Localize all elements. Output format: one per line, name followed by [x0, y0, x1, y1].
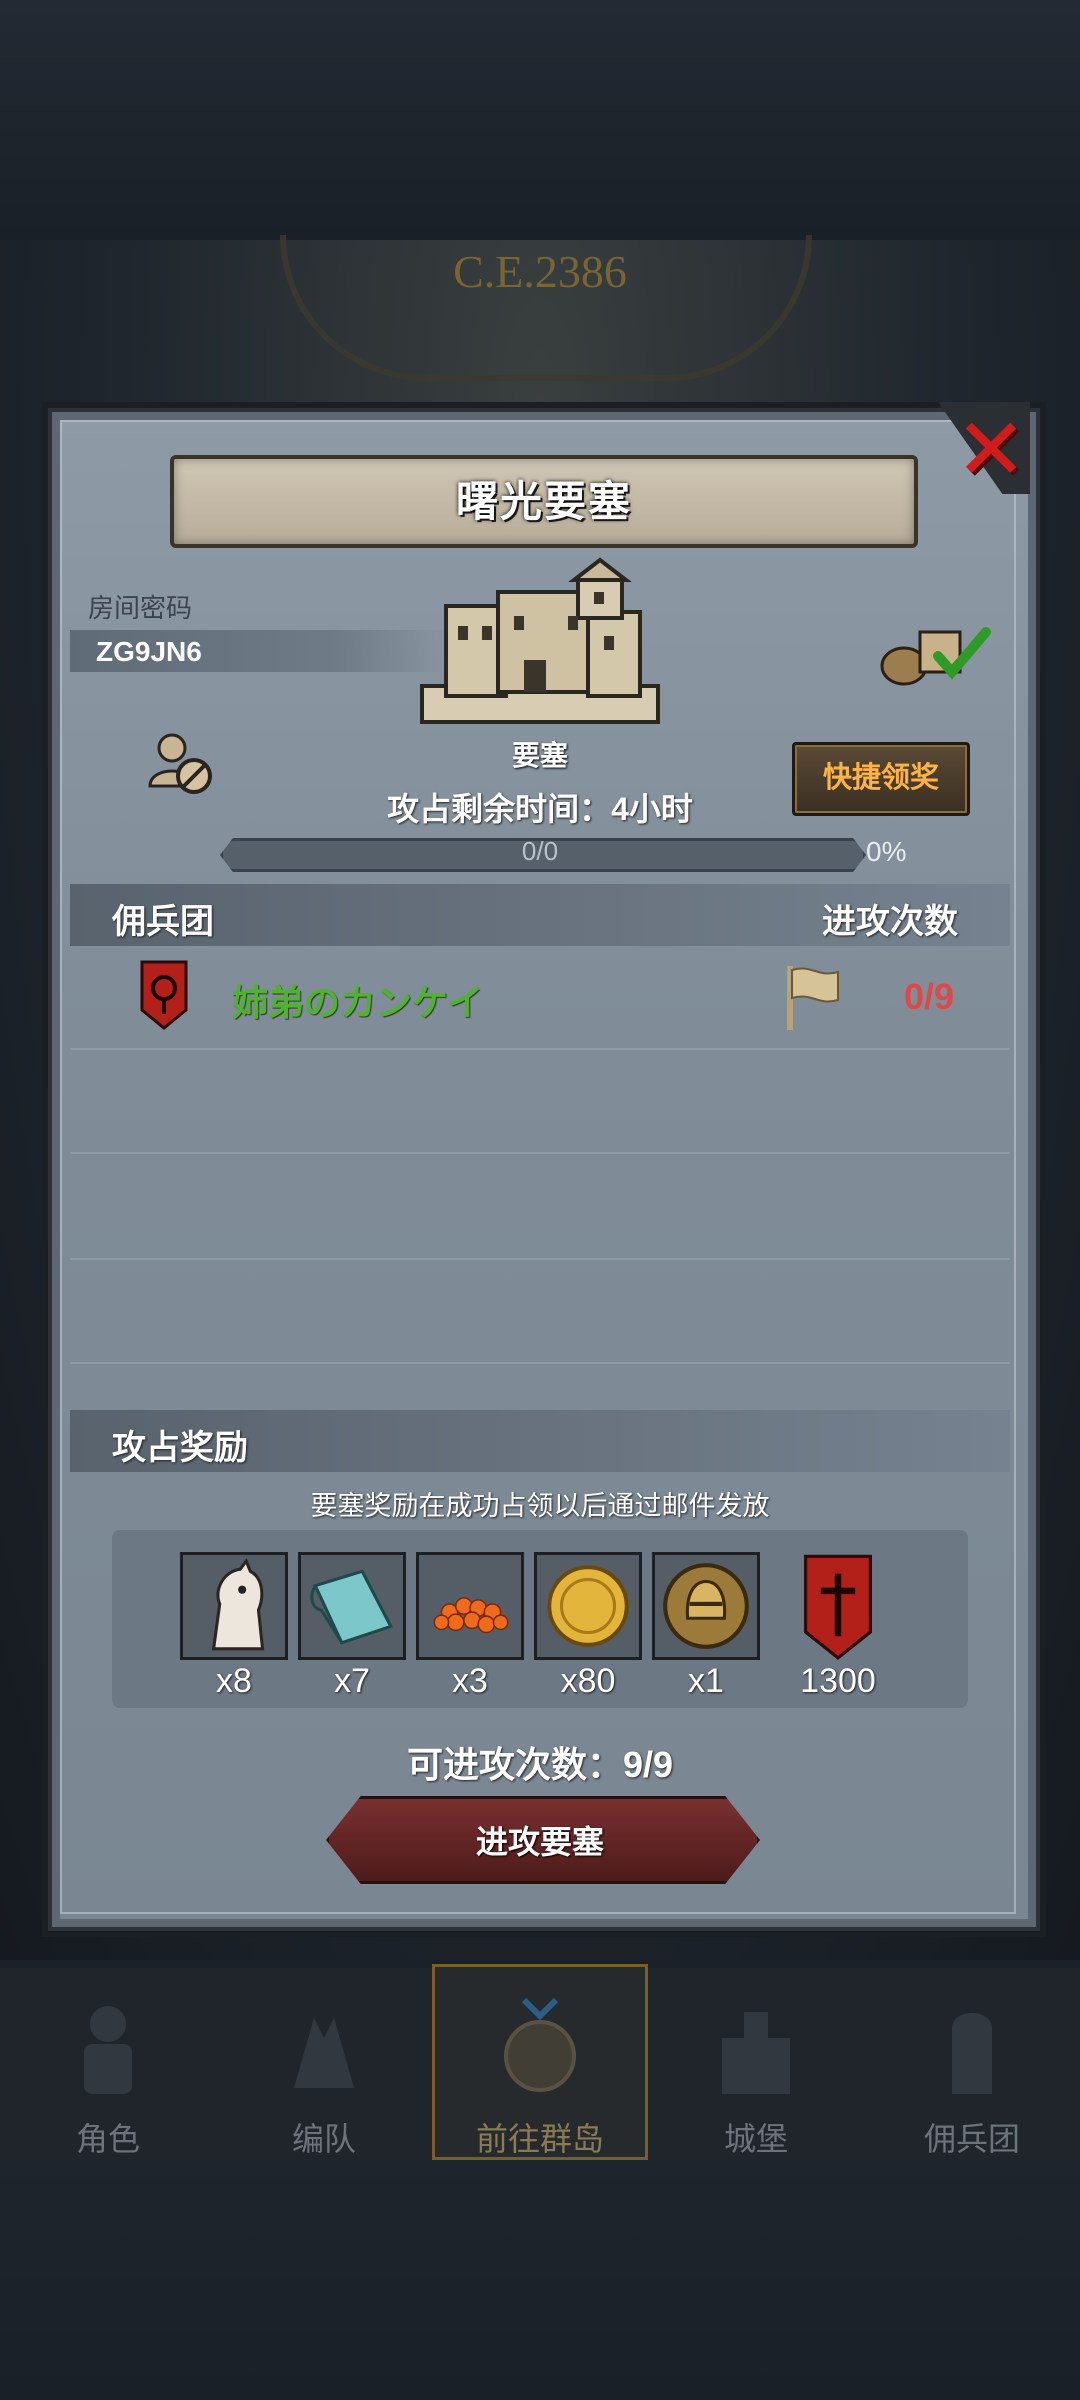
reward-section-title: 攻占奖励 — [112, 1429, 248, 1467]
roe-icon — [419, 1555, 521, 1657]
reward-qty: x1 — [688, 1662, 724, 1700]
horse-icon — [183, 1555, 285, 1657]
year-label: C.E.2386 — [453, 246, 627, 297]
nav-label-character[interactable]: 角色 — [0, 2114, 216, 2160]
attacks-available: 可进攻次数：9/9 — [406, 1744, 674, 1785]
reward-qty: x80 — [560, 1662, 616, 1700]
dialog-title: 曙光要塞 — [455, 478, 632, 525]
character-icon — [84, 2006, 132, 2094]
castle-icon — [722, 2012, 790, 2094]
guild-emblem-icon — [140, 960, 188, 1030]
knight-medal-icon — [655, 1555, 757, 1657]
guild-banner-icon — [803, 1554, 873, 1660]
capture-progress-percent: 0% — [866, 836, 907, 867]
rewards-claimed-icon — [880, 627, 991, 686]
reward-note: 要塞奖励在成功占领以后通过邮件发放 — [310, 1491, 770, 1521]
attack-count-header: 进攻次数 — [822, 903, 958, 941]
room-password-value: ZG9JN6 — [96, 636, 202, 667]
remaining-time: 攻占剩余时间：4小时 — [387, 791, 693, 827]
guild-name[interactable]: 姉弟のカンケイ — [232, 974, 483, 1026]
reward-qty: x8 — [216, 1662, 252, 1700]
capture-progress-text: 0/0 — [521, 836, 559, 866]
row-divider — [70, 1152, 1010, 1154]
reward-item-cloth[interactable] — [298, 1552, 406, 1660]
row-divider — [70, 1048, 1010, 1050]
nav-label-islands[interactable]: 前往群岛 — [432, 2114, 648, 2160]
reward-item-guild-banner[interactable] — [784, 1552, 892, 1660]
bottom-backdrop — [0, 2160, 1080, 2400]
mercenary-icon — [952, 2013, 992, 2094]
flag-icon — [787, 966, 839, 1030]
islands-icon — [504, 1998, 576, 2092]
reward-qty: x7 — [334, 1662, 370, 1700]
row-divider — [70, 1258, 1010, 1260]
reward-qty: 1300 — [800, 1662, 876, 1700]
cloth-icon — [301, 1555, 403, 1657]
reward-item-roe[interactable] — [416, 1552, 524, 1660]
gold-coin-icon — [537, 1555, 639, 1657]
formation-icon — [294, 2018, 354, 2088]
nav-label-formation[interactable]: 编队 — [216, 2114, 432, 2160]
reward-item-gold-coin[interactable] — [534, 1552, 642, 1660]
guild-attack-count: 0/9 — [904, 976, 955, 1017]
top-backdrop — [0, 0, 1080, 240]
mercenary-section-title: 佣兵团 — [112, 903, 214, 941]
room-password-label: 房间密码 — [88, 593, 193, 623]
nav-label-mercenary[interactable]: 佣兵团 — [864, 2114, 1080, 2160]
reward-item-knight-medal[interactable] — [652, 1552, 760, 1660]
reward-qty: x3 — [452, 1662, 488, 1700]
nav-label-castle[interactable]: 城堡 — [648, 2114, 864, 2160]
close-icon[interactable]: ✕ — [955, 407, 1027, 493]
fortress-icon — [420, 557, 660, 724]
row-divider — [70, 1362, 1010, 1364]
reward-item-horse[interactable] — [180, 1552, 288, 1660]
attack-fortress-label[interactable]: 进攻要塞 — [326, 1817, 754, 1863]
